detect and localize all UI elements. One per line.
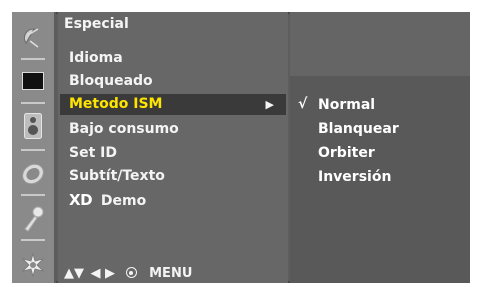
menu-item-demo[interactable]: XD Demo [60,190,286,211]
satellite-dish-icon[interactable] [12,20,54,54]
screen-icon[interactable] [12,64,54,98]
submenu-option-blanquear[interactable]: Blanquear [318,121,399,137]
key-icon[interactable] [12,202,54,236]
menu-item-label: Idioma [69,50,123,66]
up-down-arrows-icon: ▲▼ [64,266,84,281]
menu-item-label: Bloqueado [69,73,153,89]
speaker-icon[interactable] [12,109,54,143]
clock-icon[interactable] [12,157,54,191]
category-icon-strip [12,12,56,283]
special-options-icon[interactable] [12,248,54,282]
divider [21,149,45,151]
divider [21,102,45,104]
menu-item-bajo-consumo[interactable]: Bajo consumo [60,119,286,140]
submenu-option-normal[interactable]: Normal [318,97,375,113]
menu-item-label: Set ID [69,145,117,161]
menu-item-idioma[interactable]: Idioma [60,48,286,69]
menu-title: Especial [64,16,129,32]
xd-logo: XD [69,191,93,209]
menu-item-subtit-texto[interactable]: Subtít/Texto [60,166,286,187]
menu-hint-label: MENU [149,266,193,281]
menu-item-set-id[interactable]: Set ID [60,143,286,164]
menu-item-label: Subtít/Texto [69,168,165,184]
menu-item-bloqueado[interactable]: Bloqueado [60,71,286,92]
left-right-arrows-icon: ◀ ▶ [90,266,116,281]
menu-item-label: Bajo consumo [69,121,179,137]
menu-item-label: Demo [100,193,147,209]
submenu-header [290,12,470,76]
submenu-arrow-icon: ▶ [265,98,274,111]
divider [21,58,45,60]
divider [21,194,45,196]
check-icon: √ [298,96,308,112]
submenu-option-orbiter[interactable]: Orbiter [318,145,375,161]
ok-button-icon [125,267,137,278]
navigation-hint: ▲▼ ◀ ▶ MENU [64,266,194,281]
submenu-option-inversion[interactable]: Inversión [318,169,391,185]
menu-item-label: Metodo ISM [69,96,163,112]
menu-item-metodo-ism[interactable]: Metodo ISM ▶ [60,94,286,115]
divider [21,239,45,241]
